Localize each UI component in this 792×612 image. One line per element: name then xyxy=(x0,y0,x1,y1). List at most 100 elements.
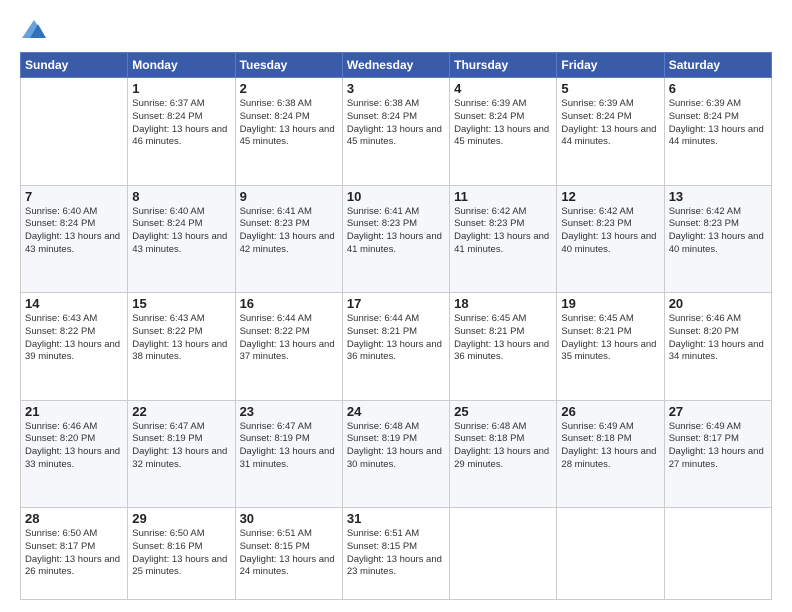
calendar-cell xyxy=(557,508,664,600)
cell-info: Sunrise: 6:43 AMSunset: 8:22 PMDaylight:… xyxy=(132,313,230,364)
cell-info: Sunrise: 6:45 AMSunset: 8:21 PMDaylight:… xyxy=(454,313,552,364)
weekday-header-sunday: Sunday xyxy=(21,53,128,78)
calendar-cell: 3 Sunrise: 6:38 AMSunset: 8:24 PMDaylight… xyxy=(342,78,449,186)
day-number: 7 xyxy=(25,189,123,204)
cell-info: Sunrise: 6:44 AMSunset: 8:22 PMDaylight:… xyxy=(240,313,338,364)
weekday-header-friday: Friday xyxy=(557,53,664,78)
weekday-header-wednesday: Wednesday xyxy=(342,53,449,78)
cell-info: Sunrise: 6:44 AMSunset: 8:21 PMDaylight:… xyxy=(347,313,445,364)
cell-info: Sunrise: 6:38 AMSunset: 8:24 PMDaylight:… xyxy=(240,98,338,149)
day-number: 28 xyxy=(25,511,123,526)
calendar-cell: 16 Sunrise: 6:44 AMSunset: 8:22 PMDayligh… xyxy=(235,293,342,401)
day-number: 12 xyxy=(561,189,659,204)
calendar-cell: 30Sunrise: 6:51 AMSunset: 8:15 PMDayligh… xyxy=(235,508,342,600)
cell-info: Sunrise: 6:47 AMSunset: 8:19 PMDaylight:… xyxy=(132,421,230,472)
day-number: 14 xyxy=(25,296,123,311)
calendar-cell: 31Sunrise: 6:51 AMSunset: 8:15 PMDayligh… xyxy=(342,508,449,600)
cell-info: Sunrise: 6:46 AMSunset: 8:20 PMDaylight:… xyxy=(25,421,123,472)
cell-info: Sunrise: 6:47 AMSunset: 8:19 PMDaylight:… xyxy=(240,421,338,472)
calendar-cell: 18Sunrise: 6:45 AMSunset: 8:21 PMDayligh… xyxy=(450,293,557,401)
day-number: 4 xyxy=(454,81,552,96)
day-number: 6 xyxy=(669,81,767,96)
weekday-header-saturday: Saturday xyxy=(664,53,771,78)
calendar-cell: 1Sunrise: 6:37 AMSunset: 8:24 PMDaylight… xyxy=(128,78,235,186)
cell-info: Sunrise: 6:43 AMSunset: 8:22 PMDaylight:… xyxy=(25,313,123,364)
calendar-cell: 22 Sunrise: 6:47 AMSunset: 8:19 PMDayligh… xyxy=(128,400,235,508)
calendar-cell: 23 Sunrise: 6:47 AMSunset: 8:19 PMDayligh… xyxy=(235,400,342,508)
page: SundayMondayTuesdayWednesdayThursdayFrid… xyxy=(0,0,792,612)
cell-info: Sunrise: 6:50 AMSunset: 8:17 PMDaylight:… xyxy=(25,528,123,579)
calendar-cell: 15 Sunrise: 6:43 AMSunset: 8:22 PMDayligh… xyxy=(128,293,235,401)
cell-info: Sunrise: 6:48 AMSunset: 8:18 PMDaylight:… xyxy=(454,421,552,472)
logo xyxy=(20,16,52,44)
calendar-cell: 9Sunrise: 6:41 AMSunset: 8:23 PMDaylight… xyxy=(235,185,342,293)
cell-info: Sunrise: 6:51 AMSunset: 8:15 PMDaylight:… xyxy=(347,528,445,579)
calendar-cell: 26 Sunrise: 6:49 AMSunset: 8:18 PMDayligh… xyxy=(557,400,664,508)
calendar-cell: 25 Sunrise: 6:48 AMSunset: 8:18 PMDayligh… xyxy=(450,400,557,508)
calendar-cell xyxy=(21,78,128,186)
calendar-cell: 10 Sunrise: 6:41 AMSunset: 8:23 PMDayligh… xyxy=(342,185,449,293)
calendar-cell: 12 Sunrise: 6:42 AMSunset: 8:23 PMDayligh… xyxy=(557,185,664,293)
day-number: 25 xyxy=(454,404,552,419)
day-number: 15 xyxy=(132,296,230,311)
day-number: 24 xyxy=(347,404,445,419)
day-number: 22 xyxy=(132,404,230,419)
calendar-cell: 13Sunrise: 6:42 AMSunset: 8:23 PMDayligh… xyxy=(664,185,771,293)
logo-icon xyxy=(20,16,48,44)
calendar-week-row: 1Sunrise: 6:37 AMSunset: 8:24 PMDaylight… xyxy=(21,78,772,186)
calendar-cell xyxy=(450,508,557,600)
day-number: 11 xyxy=(454,189,552,204)
day-number: 16 xyxy=(240,296,338,311)
calendar-week-row: 21Sunrise: 6:46 AMSunset: 8:20 PMDayligh… xyxy=(21,400,772,508)
cell-info: Sunrise: 6:40 AMSunset: 8:24 PMDaylight:… xyxy=(132,206,230,257)
day-number: 29 xyxy=(132,511,230,526)
day-number: 23 xyxy=(240,404,338,419)
calendar-week-row: 14 Sunrise: 6:43 AMSunset: 8:22 PMDayligh… xyxy=(21,293,772,401)
cell-info: Sunrise: 6:46 AMSunset: 8:20 PMDaylight:… xyxy=(669,313,767,364)
calendar-cell: 24 Sunrise: 6:48 AMSunset: 8:19 PMDayligh… xyxy=(342,400,449,508)
weekday-header-tuesday: Tuesday xyxy=(235,53,342,78)
day-number: 1 xyxy=(132,81,230,96)
day-number: 3 xyxy=(347,81,445,96)
cell-info: Sunrise: 6:39 AMSunset: 8:24 PMDaylight:… xyxy=(454,98,552,149)
day-number: 2 xyxy=(240,81,338,96)
weekday-header-monday: Monday xyxy=(128,53,235,78)
cell-info: Sunrise: 6:42 AMSunset: 8:23 PMDaylight:… xyxy=(669,206,767,257)
calendar-header-row: SundayMondayTuesdayWednesdayThursdayFrid… xyxy=(21,53,772,78)
cell-info: Sunrise: 6:49 AMSunset: 8:17 PMDaylight:… xyxy=(669,421,767,472)
calendar-week-row: 7 Sunrise: 6:40 AMSunset: 8:24 PMDaylight… xyxy=(21,185,772,293)
cell-info: Sunrise: 6:48 AMSunset: 8:19 PMDaylight:… xyxy=(347,421,445,472)
cell-info: Sunrise: 6:40 AMSunset: 8:24 PMDaylight:… xyxy=(25,206,123,257)
day-number: 26 xyxy=(561,404,659,419)
day-number: 27 xyxy=(669,404,767,419)
calendar-cell: 4 Sunrise: 6:39 AMSunset: 8:24 PMDaylight… xyxy=(450,78,557,186)
calendar-cell: 14 Sunrise: 6:43 AMSunset: 8:22 PMDayligh… xyxy=(21,293,128,401)
calendar-cell: 8 Sunrise: 6:40 AMSunset: 8:24 PMDaylight… xyxy=(128,185,235,293)
day-number: 5 xyxy=(561,81,659,96)
calendar-cell: 17 Sunrise: 6:44 AMSunset: 8:21 PMDayligh… xyxy=(342,293,449,401)
calendar-cell: 28 Sunrise: 6:50 AMSunset: 8:17 PMDayligh… xyxy=(21,508,128,600)
calendar-cell: 5 Sunrise: 6:39 AMSunset: 8:24 PMDaylight… xyxy=(557,78,664,186)
calendar-cell xyxy=(664,508,771,600)
calendar-cell: 6Sunrise: 6:39 AMSunset: 8:24 PMDaylight… xyxy=(664,78,771,186)
cell-info: Sunrise: 6:41 AMSunset: 8:23 PMDaylight:… xyxy=(240,206,338,257)
calendar-cell: 11Sunrise: 6:42 AMSunset: 8:23 PMDayligh… xyxy=(450,185,557,293)
calendar-cell: 21Sunrise: 6:46 AMSunset: 8:20 PMDayligh… xyxy=(21,400,128,508)
calendar-cell: 20Sunrise: 6:46 AMSunset: 8:20 PMDayligh… xyxy=(664,293,771,401)
day-number: 17 xyxy=(347,296,445,311)
calendar-week-row: 28 Sunrise: 6:50 AMSunset: 8:17 PMDayligh… xyxy=(21,508,772,600)
calendar-cell: 2 Sunrise: 6:38 AMSunset: 8:24 PMDaylight… xyxy=(235,78,342,186)
cell-info: Sunrise: 6:42 AMSunset: 8:23 PMDaylight:… xyxy=(561,206,659,257)
day-number: 10 xyxy=(347,189,445,204)
day-number: 8 xyxy=(132,189,230,204)
cell-info: Sunrise: 6:45 AMSunset: 8:21 PMDaylight:… xyxy=(561,313,659,364)
cell-info: Sunrise: 6:41 AMSunset: 8:23 PMDaylight:… xyxy=(347,206,445,257)
cell-info: Sunrise: 6:50 AMSunset: 8:16 PMDaylight:… xyxy=(132,528,230,579)
day-number: 30 xyxy=(240,511,338,526)
cell-info: Sunrise: 6:49 AMSunset: 8:18 PMDaylight:… xyxy=(561,421,659,472)
header xyxy=(20,16,772,44)
calendar-table: SundayMondayTuesdayWednesdayThursdayFrid… xyxy=(20,52,772,600)
cell-info: Sunrise: 6:38 AMSunset: 8:24 PMDaylight:… xyxy=(347,98,445,149)
calendar-cell: 7 Sunrise: 6:40 AMSunset: 8:24 PMDaylight… xyxy=(21,185,128,293)
cell-info: Sunrise: 6:39 AMSunset: 8:24 PMDaylight:… xyxy=(561,98,659,149)
